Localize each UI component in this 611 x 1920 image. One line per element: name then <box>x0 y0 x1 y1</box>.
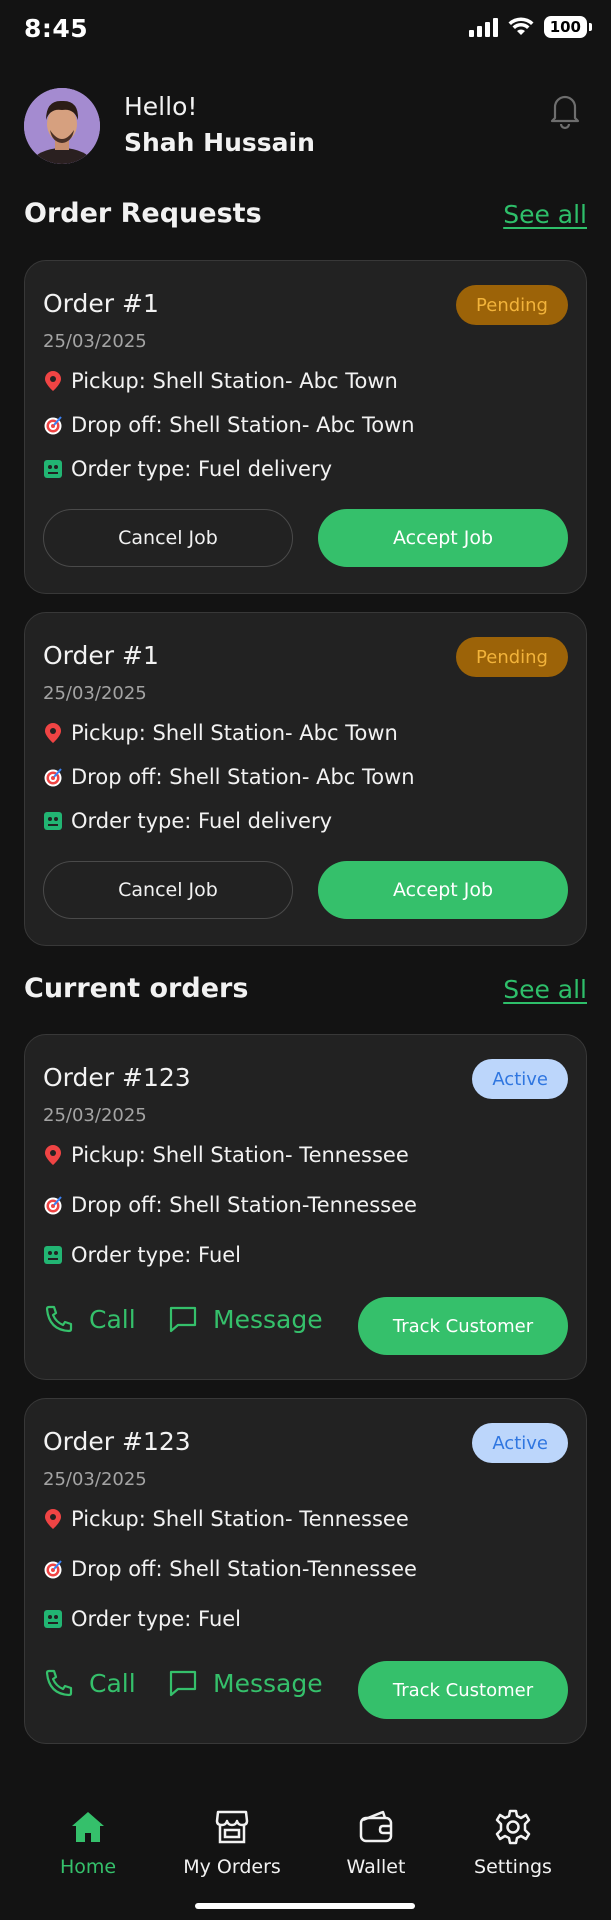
message-button[interactable]: Message <box>167 1667 323 1699</box>
target-icon <box>44 1196 62 1215</box>
current-order-card: Order #123 Active 25/03/2025 Pickup: She… <box>24 1034 587 1380</box>
avatar[interactable] <box>24 88 100 164</box>
accept-job-button[interactable]: Accept Job <box>318 509 568 567</box>
dropoff-text: Drop off: Shell Station- Abc Town <box>71 765 415 789</box>
wifi-icon <box>508 17 534 35</box>
target-icon <box>44 1560 62 1579</box>
order-title: Order #123 <box>43 1063 191 1092</box>
pickup-text: Pickup: Shell Station- Tennessee <box>71 1143 409 1167</box>
status-bar: 8:45 100 <box>0 0 611 58</box>
nav-item-home[interactable]: Home <box>18 1808 158 1878</box>
order-type-row: Order type: Fuel delivery <box>43 457 332 481</box>
status-badge: Active <box>472 1059 568 1099</box>
nav-item-wallet[interactable]: Wallet <box>306 1808 446 1878</box>
pickup-text: Pickup: Shell Station- Abc Town <box>71 721 398 745</box>
battery-icon: 100 <box>543 16 593 38</box>
fuel-ticket-icon <box>44 1610 62 1628</box>
call-label: Call <box>89 1668 136 1698</box>
cancel-job-button[interactable]: Cancel Job <box>43 861 293 919</box>
order-type-text: Order type: Fuel delivery <box>71 809 333 833</box>
pickup-row: Pickup: Shell Station- Abc Town <box>43 369 398 393</box>
target-icon <box>44 416 62 435</box>
bell-icon[interactable] <box>547 90 583 130</box>
pickup-row: Pickup: Shell Station- Abc Town <box>43 721 398 745</box>
dropoff-row: Drop off: Shell Station- Abc Town <box>43 765 415 789</box>
home-icon <box>72 1812 104 1842</box>
order-requests-title: Order Requests <box>24 198 262 229</box>
status-badge: Pending <box>456 637 568 677</box>
status-icons: 100 <box>468 16 593 38</box>
user-name: Shah Hussain <box>124 128 315 157</box>
order-date: 25/03/2025 <box>43 683 147 704</box>
order-title: Order #123 <box>43 1427 191 1456</box>
dropoff-text: Drop off: Shell Station-Tennessee <box>71 1557 417 1581</box>
order-date: 25/03/2025 <box>43 1105 147 1126</box>
nav-item-my-orders[interactable]: My Orders <box>162 1808 302 1878</box>
store-icon <box>215 1810 249 1844</box>
status-badge: Pending <box>456 285 568 325</box>
location-pin-icon <box>45 1145 61 1165</box>
dropoff-row: Drop off: Shell Station-Tennessee <box>43 1193 417 1217</box>
pickup-text: Pickup: Shell Station- Abc Town <box>71 369 398 393</box>
nav-label-settings: Settings <box>474 1856 552 1878</box>
track-customer-button[interactable]: Track Customer <box>358 1297 568 1355</box>
profile-header: Hello! Shah Hussain <box>24 86 587 166</box>
dropoff-row: Drop off: Shell Station-Tennessee <box>43 1557 417 1581</box>
order-title: Order #1 <box>43 289 159 318</box>
nav-label-wallet: Wallet <box>346 1856 406 1878</box>
pickup-text: Pickup: Shell Station- Tennessee <box>71 1507 409 1531</box>
phone-icon <box>45 1669 73 1697</box>
message-label: Message <box>213 1304 323 1334</box>
status-badge: Active <box>472 1423 568 1463</box>
current-orders-title: Current orders <box>24 973 249 1004</box>
order-type-row: Order type: Fuel <box>43 1243 241 1267</box>
message-icon <box>169 1670 197 1697</box>
order-request-card: Order #1 Pending 25/03/2025 Pickup: Shel… <box>24 260 587 594</box>
call-label: Call <box>89 1304 136 1334</box>
order-type-row: Order type: Fuel <box>43 1607 241 1631</box>
pickup-row: Pickup: Shell Station- Tennessee <box>43 1507 409 1531</box>
cancel-job-button[interactable]: Cancel Job <box>43 509 293 567</box>
order-type-text: Order type: Fuel <box>71 1243 242 1267</box>
nav-item-settings[interactable]: Settings <box>443 1808 583 1878</box>
order-type-row: Order type: Fuel delivery <box>43 809 332 833</box>
home-indicator[interactable] <box>195 1903 415 1909</box>
fuel-ticket-icon <box>44 1246 62 1264</box>
target-icon <box>44 768 62 787</box>
fuel-ticket-icon <box>44 812 62 830</box>
dropoff-row: Drop off: Shell Station- Abc Town <box>43 413 415 437</box>
location-pin-icon <box>45 723 61 743</box>
greeting-text: Hello! <box>124 92 198 121</box>
location-pin-icon <box>45 371 61 391</box>
status-time: 8:45 <box>24 14 89 43</box>
order-date: 25/03/2025 <box>43 331 147 352</box>
message-button[interactable]: Message <box>167 1303 323 1335</box>
dropoff-text: Drop off: Shell Station- Abc Town <box>71 413 415 437</box>
order-type-text: Order type: Fuel <box>71 1607 242 1631</box>
order-requests-see-all-link[interactable]: See all <box>503 200 587 229</box>
signal-icon <box>468 17 498 37</box>
track-customer-button[interactable]: Track Customer <box>358 1661 568 1719</box>
location-pin-icon <box>45 1509 61 1529</box>
accept-job-button[interactable]: Accept Job <box>318 861 568 919</box>
message-icon <box>169 1306 197 1333</box>
current-orders-see-all-link[interactable]: See all <box>503 975 587 1004</box>
order-request-card: Order #1 Pending 25/03/2025 Pickup: Shel… <box>24 612 587 946</box>
call-button[interactable]: Call <box>43 1667 136 1699</box>
nav-label-my-orders: My Orders <box>183 1856 281 1878</box>
dropoff-text: Drop off: Shell Station-Tennessee <box>71 1193 417 1217</box>
call-button[interactable]: Call <box>43 1303 136 1335</box>
gear-icon <box>495 1809 531 1845</box>
current-order-card: Order #123 Active 25/03/2025 Pickup: She… <box>24 1398 587 1744</box>
order-date: 25/03/2025 <box>43 1469 147 1490</box>
order-type-text: Order type: Fuel delivery <box>71 457 333 481</box>
wallet-icon <box>359 1810 393 1843</box>
bottom-nav: Home My Orders Wallet Settings <box>0 1782 611 1920</box>
pickup-row: Pickup: Shell Station- Tennessee <box>43 1143 409 1167</box>
nav-label-home: Home <box>59 1856 117 1878</box>
order-title: Order #1 <box>43 641 159 670</box>
fuel-ticket-icon <box>44 460 62 478</box>
phone-icon <box>45 1305 73 1333</box>
message-label: Message <box>213 1668 323 1698</box>
